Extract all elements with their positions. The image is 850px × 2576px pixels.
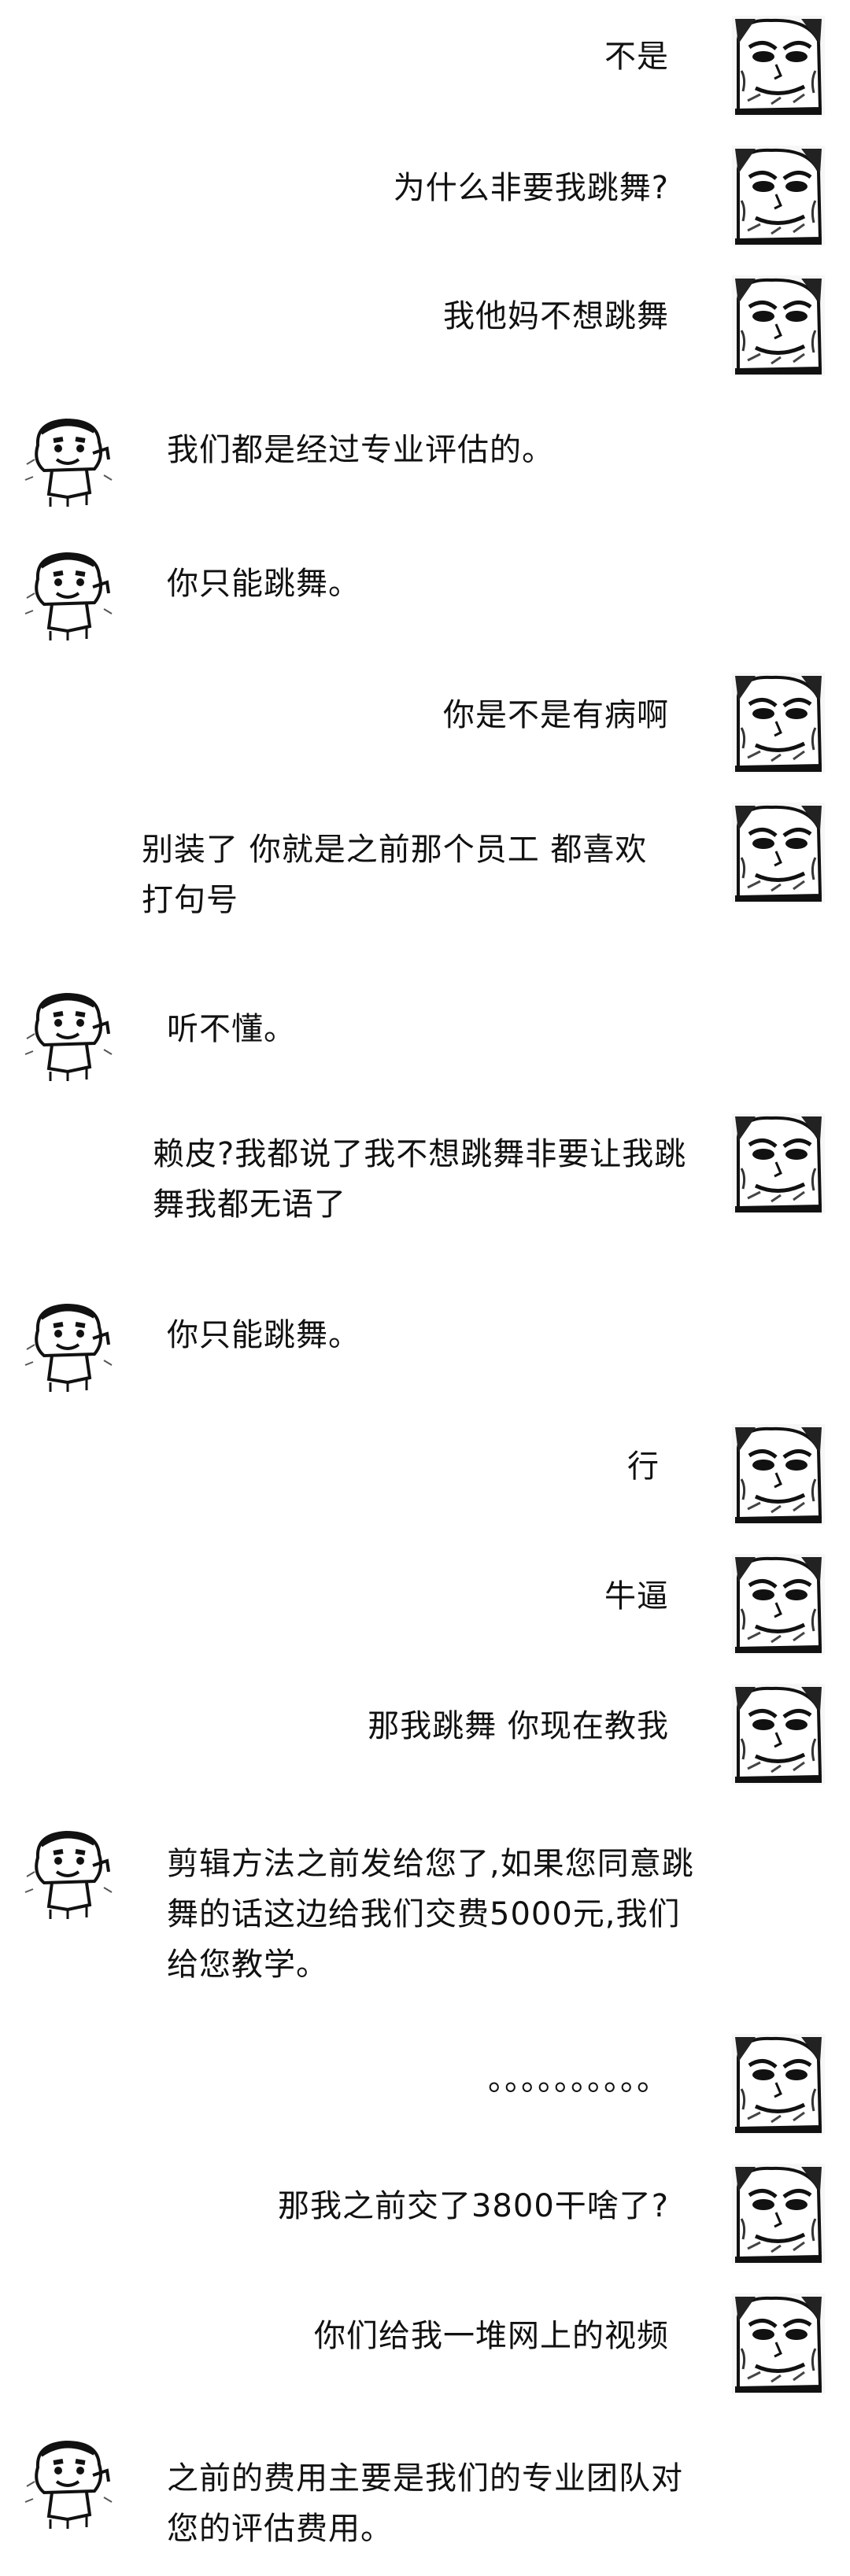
message-text: 那我之前交了3800干啥了?: [277, 2188, 669, 2224]
panda-meme-face-icon[interactable]: [732, 2294, 825, 2394]
crayon-shinchan-sketch-icon[interactable]: [22, 543, 115, 644]
message-text: 行: [627, 1449, 660, 1485]
panda-meme-face-icon[interactable]: [732, 1554, 825, 1655]
panda-meme-face-icon[interactable]: [732, 1684, 825, 1784]
message-text: 我们都是经过专业评估的。: [167, 432, 554, 468]
message-text: 我他妈不想跳舞: [443, 298, 669, 334]
panda-meme-face-icon[interactable]: [732, 1424, 825, 1525]
message-text: 为什么非要我跳舞?: [393, 170, 669, 206]
message-text: 你只能跳舞。: [167, 566, 360, 602]
panda-meme-face-icon[interactable]: [732, 2034, 825, 2135]
panda-meme-face-icon[interactable]: [732, 803, 825, 903]
crayon-shinchan-sketch-icon[interactable]: [22, 2431, 115, 2532]
message-text: 别装了 你就是之前那个员工 都喜欢打句号: [142, 832, 648, 918]
message-text: 剪辑方法之前发给您了,如果您同意跳舞的话这边给我们交费5000元,我们给您教学。: [167, 1846, 694, 1983]
panda-meme-face-icon[interactable]: [732, 1113, 825, 1214]
message-text: 听不懂。: [167, 1011, 296, 1047]
panda-meme-face-icon[interactable]: [732, 2164, 825, 2264]
message-text: 你们给我一堆网上的视频: [314, 2318, 669, 2354]
panda-meme-face-icon[interactable]: [732, 673, 825, 773]
message-text: 你是不是有病啊: [443, 697, 669, 733]
panda-meme-face-icon[interactable]: [732, 146, 825, 246]
panda-meme-face-icon[interactable]: [732, 275, 825, 376]
panda-meme-face-icon[interactable]: [732, 16, 825, 116]
crayon-shinchan-sketch-icon[interactable]: [22, 1294, 115, 1395]
crayon-shinchan-sketch-icon[interactable]: [22, 1821, 115, 1922]
message-text: 之前的费用主要是我们的专业团队对您的评估费用。: [167, 2460, 683, 2547]
message-text: 。。。。。。。。。。: [488, 2061, 669, 2098]
message-text: 那我跳舞 你现在教我: [368, 1708, 669, 1744]
message-text: 牛逼: [604, 1578, 669, 1615]
crayon-shinchan-sketch-icon[interactable]: [22, 984, 115, 1084]
message-text: 不是: [604, 39, 669, 75]
crayon-shinchan-sketch-icon[interactable]: [22, 409, 115, 510]
chat-transcript: 不是 为什么非要我跳舞? 我他妈不想跳舞 我们都是经过专业评估的。 你只能跳舞。…: [0, 0, 850, 2576]
message-text: 你只能跳舞。: [167, 1317, 360, 1353]
message-text: 赖皮?我都说了我不想跳舞非要让我跳舞我都无语了: [153, 1136, 687, 1223]
